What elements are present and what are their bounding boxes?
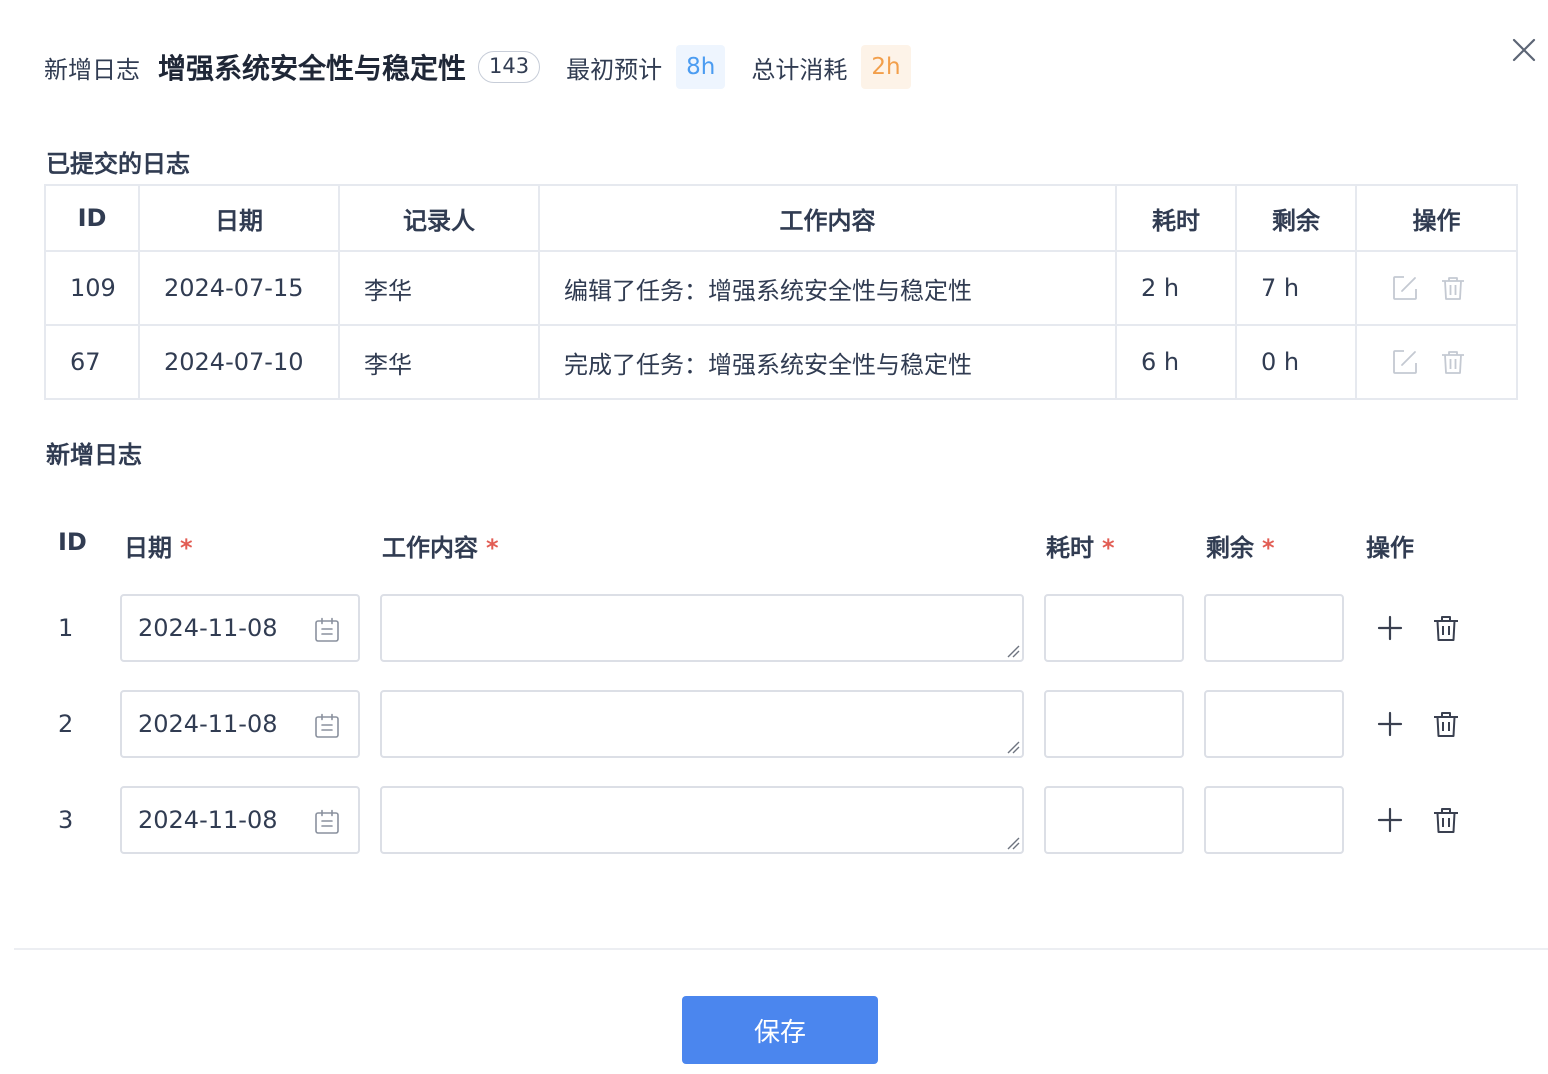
date-picker[interactable]: 2024-11-08	[120, 786, 360, 854]
form-header-date: 日期 *	[124, 528, 193, 563]
form-header-id: ID	[58, 528, 87, 556]
time-spent-input[interactable]	[1044, 690, 1184, 758]
footer-divider	[14, 948, 1548, 950]
table-header-row: ID 日期 记录人 工作内容 耗时 剩余 操作	[44, 184, 1518, 252]
date-picker[interactable]: 2024-11-08	[120, 594, 360, 662]
resize-handle-icon[interactable]	[1006, 836, 1020, 850]
task-title: 增强系统安全性与稳定性	[158, 52, 467, 85]
resize-handle-icon[interactable]	[1006, 740, 1020, 754]
trash-icon[interactable]	[1431, 613, 1461, 643]
edit-icon[interactable]	[1391, 348, 1419, 376]
plus-icon[interactable]	[1375, 805, 1405, 835]
plus-icon[interactable]	[1375, 709, 1405, 739]
form-header-ops-label: 操作	[1366, 534, 1414, 562]
cell-spent: 2 h	[1115, 250, 1237, 326]
table-row: 109 2024-07-15 李华 编辑了任务：增强系统安全性与稳定性 2 h …	[44, 250, 1518, 326]
estimate-value: 8h	[676, 45, 726, 89]
date-picker[interactable]: 2024-11-08	[120, 690, 360, 758]
consumed-label: 总计消耗	[751, 55, 848, 84]
cell-spent: 6 h	[1115, 324, 1237, 400]
col-header-left: 剩余	[1235, 184, 1357, 252]
calendar-icon[interactable]	[314, 809, 340, 835]
cell-content: 编辑了任务：增强系统安全性与稳定性	[538, 250, 1117, 326]
calendar-icon[interactable]	[314, 713, 340, 739]
cell-recorder: 李华	[338, 250, 540, 326]
form-header-id-label: ID	[58, 528, 87, 556]
form-header-spent-label: 耗时	[1046, 534, 1094, 562]
calendar-icon[interactable]	[314, 617, 340, 643]
cell-date: 2024-07-10	[138, 324, 340, 400]
required-mark: *	[1102, 534, 1115, 562]
form-header-left-label: 剩余	[1206, 534, 1254, 562]
cell-date: 2024-07-15	[138, 250, 340, 326]
form-header-date-label: 日期	[124, 534, 172, 562]
submitted-logs-table: ID 日期 记录人 工作内容 耗时 剩余 操作 109 2024-07-15 李…	[44, 184, 1518, 400]
cell-left: 0 h	[1235, 324, 1357, 400]
cell-recorder: 李华	[338, 324, 540, 400]
estimate-label: 最初预计	[566, 55, 663, 84]
work-content-textarea[interactable]	[380, 786, 1024, 854]
cell-id: 109	[44, 250, 140, 326]
time-spent-input[interactable]	[1044, 594, 1184, 662]
cell-ops	[1355, 324, 1518, 400]
dialog-title: 新增日志	[44, 55, 140, 84]
submitted-section-title: 已提交的日志	[46, 150, 190, 178]
form-row-number: 3	[58, 806, 74, 834]
required-mark: *	[486, 534, 499, 562]
cell-left: 7 h	[1235, 250, 1357, 326]
table-row: 67 2024-07-10 李华 完成了任务：增强系统安全性与稳定性 6 h 0…	[44, 324, 1518, 400]
time-left-input[interactable]	[1204, 594, 1344, 662]
date-picker-value: 2024-11-08	[138, 806, 278, 834]
required-mark: *	[1262, 534, 1275, 562]
trash-icon[interactable]	[1439, 348, 1467, 376]
col-header-ops: 操作	[1355, 184, 1518, 252]
task-id-badge: 143	[478, 51, 541, 83]
cell-content: 完成了任务：增强系统安全性与稳定性	[538, 324, 1117, 400]
save-button[interactable]: 保存	[682, 996, 878, 1064]
date-picker-value: 2024-11-08	[138, 710, 278, 738]
resize-handle-icon[interactable]	[1006, 644, 1020, 658]
trash-icon[interactable]	[1431, 709, 1461, 739]
work-content-textarea[interactable]	[380, 594, 1024, 662]
form-header-left: 剩余 *	[1206, 528, 1275, 563]
time-spent-input[interactable]	[1044, 786, 1184, 854]
form-header-spent: 耗时 *	[1046, 528, 1115, 563]
trash-icon[interactable]	[1439, 274, 1467, 302]
cell-id: 67	[44, 324, 140, 400]
plus-icon[interactable]	[1375, 613, 1405, 643]
col-header-spent: 耗时	[1115, 184, 1237, 252]
work-content-textarea[interactable]	[380, 690, 1024, 758]
edit-icon[interactable]	[1391, 274, 1419, 302]
dialog-header: 新增日志 增强系统安全性与稳定性 143 最初预计 8h 总计消耗 2h	[44, 44, 911, 90]
col-header-date: 日期	[138, 184, 340, 252]
time-left-input[interactable]	[1204, 690, 1344, 758]
form-row-number: 2	[58, 710, 74, 738]
form-header-content-label: 工作内容	[382, 534, 478, 562]
time-left-input[interactable]	[1204, 786, 1344, 854]
close-icon[interactable]	[1508, 34, 1540, 66]
add-log-dialog: 新增日志 增强系统安全性与稳定性 143 最初预计 8h 总计消耗 2h 已提交…	[0, 0, 1548, 1074]
col-header-recorder: 记录人	[338, 184, 540, 252]
trash-icon[interactable]	[1431, 805, 1461, 835]
col-header-content: 工作内容	[538, 184, 1117, 252]
cell-ops	[1355, 250, 1518, 326]
consumed-value: 2h	[861, 45, 911, 89]
required-mark: *	[180, 534, 193, 562]
col-header-id: ID	[44, 184, 140, 252]
form-header-content: 工作内容 *	[382, 528, 499, 563]
form-row-number: 1	[58, 614, 74, 642]
add-section-title: 新增日志	[46, 441, 142, 469]
date-picker-value: 2024-11-08	[138, 614, 278, 642]
form-header-ops: 操作	[1366, 528, 1414, 563]
